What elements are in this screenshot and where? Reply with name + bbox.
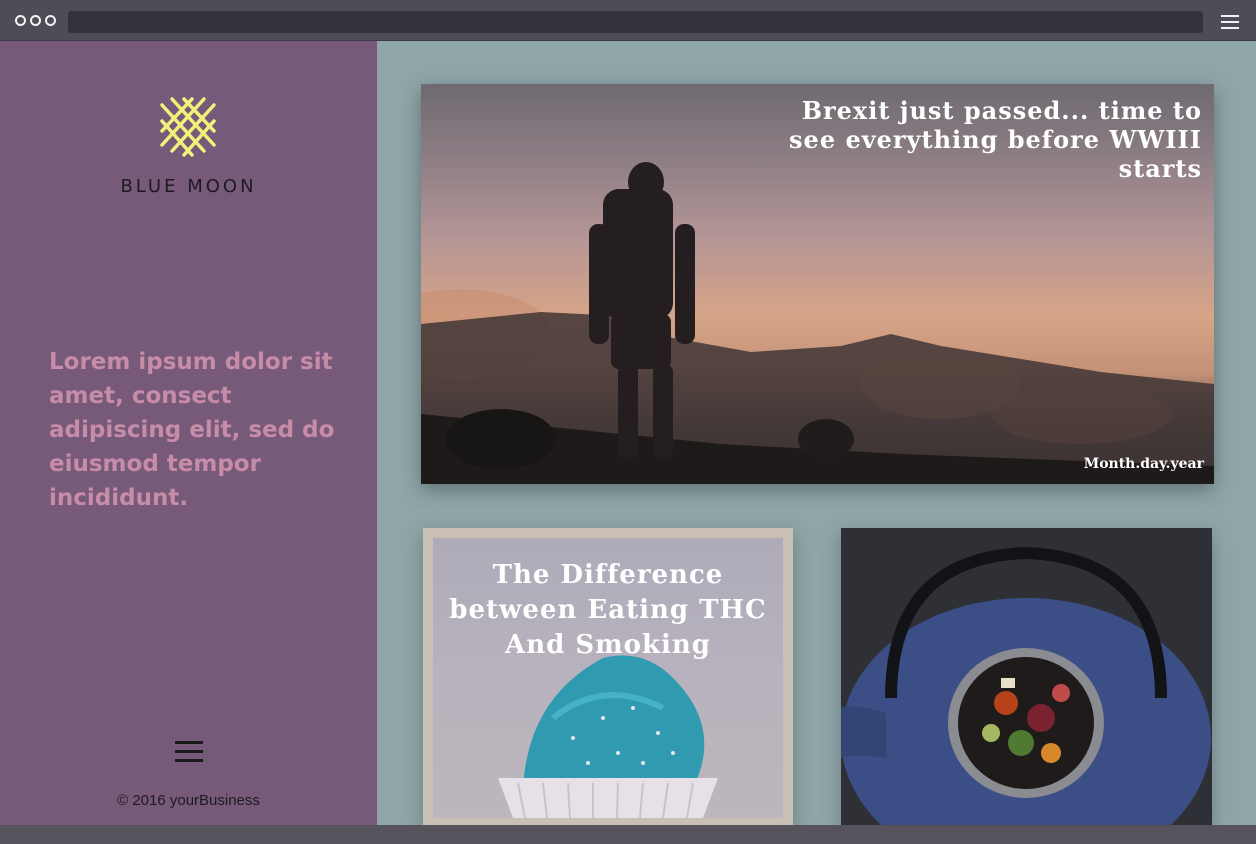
article-card-teapot[interactable]: [841, 528, 1212, 825]
window-dot: [15, 15, 26, 26]
hero-article-date: Month.day.year: [1083, 456, 1204, 472]
hero-article-card[interactable]: Brexit just passed... time to see everyt…: [421, 84, 1214, 484]
window-dots-icon: [15, 15, 56, 26]
brand-name[interactable]: BLUE MOON: [0, 176, 377, 197]
sidebar: BLUE MOON Lorem ipsum dolor sit amet, co…: [0, 41, 377, 825]
hamburger-menu-icon[interactable]: [175, 741, 203, 763]
browser-menu-icon[interactable]: [1221, 15, 1239, 29]
article-card-thc[interactable]: The Difference between Eating THC And Sm…: [423, 528, 793, 825]
article-card-title[interactable]: The Difference between Eating THC And Sm…: [433, 558, 783, 663]
main-content: Brexit just passed... time to see everyt…: [377, 41, 1256, 825]
teapot-photo: [841, 528, 1212, 825]
browser-bottom-bar: [0, 825, 1256, 844]
window-dot: [45, 15, 56, 26]
crossed-lines-logo-icon[interactable]: [158, 93, 218, 163]
address-bar[interactable]: [68, 11, 1203, 33]
sidebar-tagline: Lorem ipsum dolor sit amet, consect adip…: [49, 349, 335, 511]
browser-chrome: [0, 0, 1256, 41]
copyright-text: © 2016 yourBusiness: [117, 792, 260, 809]
hero-article-title[interactable]: Brexit just passed... time to see everyt…: [782, 96, 1202, 183]
cupcake-photo: The Difference between Eating THC And Sm…: [433, 538, 783, 818]
window-dot: [30, 15, 41, 26]
